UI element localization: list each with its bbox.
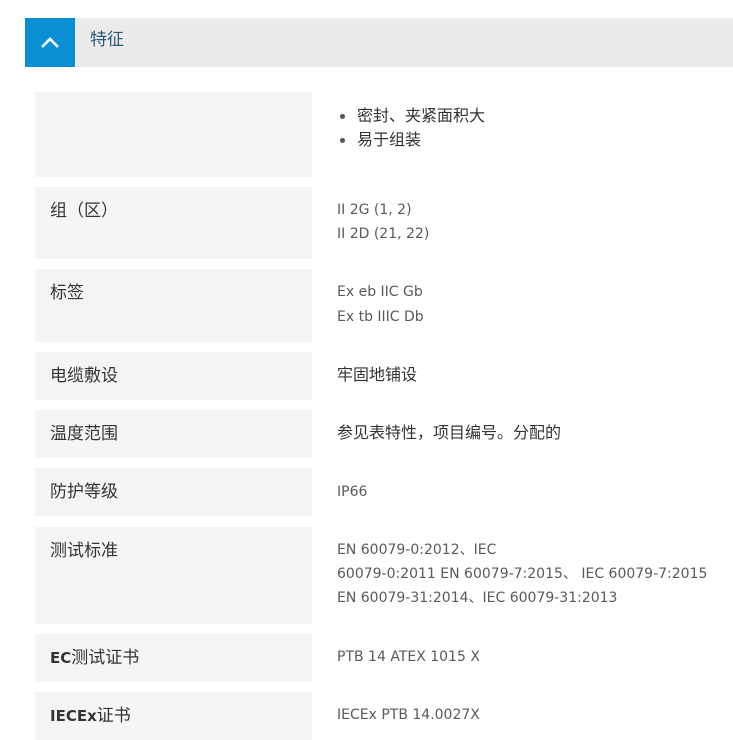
cable-laying-label: 电缆敷设 (35, 352, 312, 400)
value-line: IECEx PTB 14.0027X (337, 707, 480, 723)
group-zone-label: 组（区） (35, 187, 312, 259)
features-value: 密封、夹紧面积大 易于组装 (337, 104, 727, 152)
value-line: IP66 (337, 484, 368, 500)
row-label-text: 防护等级 (50, 482, 118, 502)
group-zone-value: II 2G (1, 2) II 2D (21, 22) (337, 198, 727, 246)
row-label-text: 温度范围 (50, 424, 118, 444)
value-line: 60079-0:2011 EN 60079-7:2015、 IEC 60079-… (337, 566, 708, 582)
row-label-text: 电缆敷设 (50, 366, 118, 386)
value-line: EN 60079-0:2012、IEC (337, 542, 497, 558)
value-line: Ex eb IIC Gb (337, 284, 423, 300)
chevron-up-icon (41, 33, 59, 52)
row-label-text: IECEx证书 (50, 704, 131, 728)
test-standard-value: EN 60079-0:2012、IEC 60079-0:2011 EN 6007… (337, 538, 727, 610)
marking-value: Ex eb IIC Gb Ex tb IIIC Db (337, 280, 727, 330)
collapse-toggle-button[interactable] (25, 18, 75, 67)
list-item: 密封、夹紧面积大 (337, 104, 727, 128)
value-line: II 2D (21, 22) (337, 226, 430, 242)
ec-certificate-label: EC测试证书 (35, 634, 312, 682)
iecex-certificate-value: IECEx PTB 14.0027X (337, 703, 727, 727)
cable-laying-value: 牢固地铺设 (337, 363, 727, 387)
value-line: EN 60079-31:2014、IEC 60079-31:2013 (337, 590, 618, 606)
row-label-text: 组（区） (50, 201, 118, 221)
row-label-text: EC测试证书 (50, 646, 139, 670)
list-item: 易于组装 (337, 128, 727, 152)
features-label-cell (35, 92, 312, 177)
value-line: 牢固地铺设 (337, 365, 418, 384)
marking-label: 标签 (35, 269, 312, 342)
row-label-text: 测试标准 (50, 541, 118, 561)
label-suffix: 测试证书 (71, 648, 140, 668)
iecex-certificate-label: IECEx证书 (35, 692, 312, 740)
value-line: II 2G (1, 2) (337, 202, 412, 218)
value-line: 参见表特性，项目编号。分配的 (337, 423, 562, 442)
row-label-text: 标签 (50, 283, 84, 303)
temperature-range-value: 参见表特性，项目编号。分配的 (337, 421, 727, 445)
label-prefix: IECEx (50, 707, 97, 725)
label-suffix: 证书 (96, 706, 131, 726)
temperature-range-label: 温度范围 (35, 410, 312, 458)
ec-certificate-value: PTB 14 ATEX 1015 X (337, 645, 727, 669)
section-title: 特征 (90, 30, 124, 50)
value-line: PTB 14 ATEX 1015 X (337, 649, 480, 665)
section-header[interactable]: 特征 (25, 18, 733, 67)
value-line: Ex tb IIIC Db (337, 309, 424, 325)
test-standard-label: 测试标准 (35, 527, 312, 624)
feature-list: 密封、夹紧面积大 易于组装 (337, 104, 727, 152)
protection-class-value: IP66 (337, 480, 727, 504)
protection-class-label: 防护等级 (35, 468, 312, 516)
label-prefix: EC (50, 649, 72, 667)
